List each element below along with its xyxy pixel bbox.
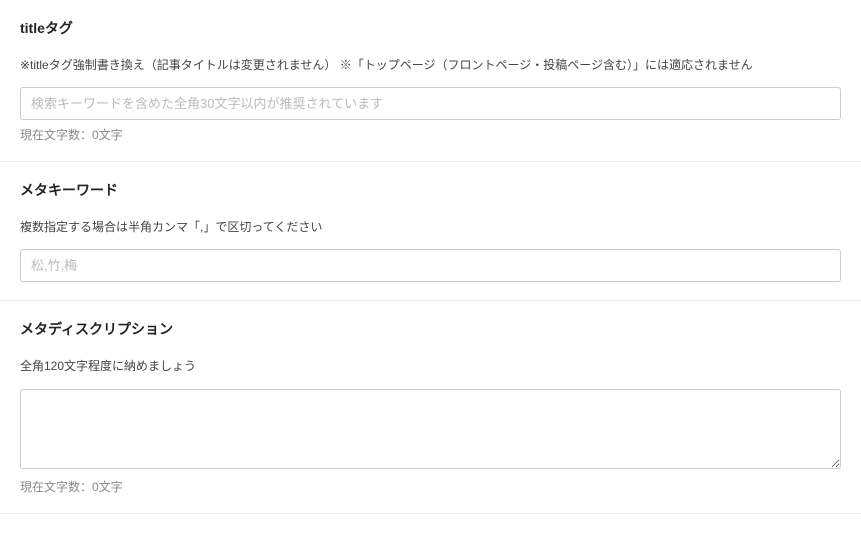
title-tag-input[interactable] [20, 87, 841, 120]
meta-description-description: 全角120文字程度に納めましょう [20, 357, 841, 376]
meta-description-textarea[interactable] [20, 389, 841, 469]
meta-description-heading: メタディスクリプション [20, 319, 841, 339]
meta-keywords-description: 複数指定する場合は半角カンマ「,」で区切ってください [20, 218, 841, 237]
title-tag-char-count: 現在文字数：0文字 [20, 126, 841, 143]
title-tag-section: titleタグ ※titleタグ強制書き換え（記事タイトルは変更されません） ※… [0, 0, 861, 162]
meta-keywords-section: メタキーワード 複数指定する場合は半角カンマ「,」で区切ってください [0, 162, 861, 301]
meta-description-char-count: 現在文字数：0文字 [20, 478, 841, 495]
meta-description-section: メタディスクリプション 全角120文字程度に納めましょう 現在文字数：0文字 [0, 301, 861, 513]
meta-keywords-heading: メタキーワード [20, 180, 841, 200]
title-tag-heading: titleタグ [20, 18, 841, 38]
title-tag-description: ※titleタグ強制書き換え（記事タイトルは変更されません） ※「トップページ（… [20, 56, 841, 75]
meta-keywords-input[interactable] [20, 249, 841, 282]
